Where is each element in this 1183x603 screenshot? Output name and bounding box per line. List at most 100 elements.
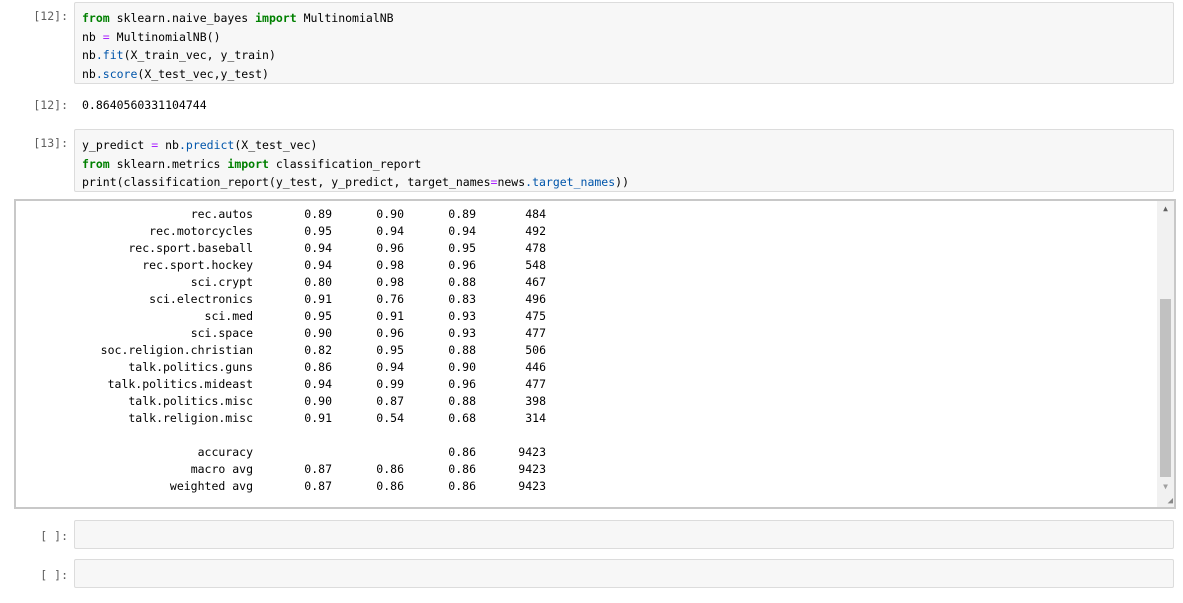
support-value: 9423 (518, 479, 546, 493)
f1-score-value: 0.86 (448, 462, 476, 476)
f1-score-value: 0.88 (448, 275, 476, 289)
empty-cell-2-prompt: [ ]: (40, 568, 68, 582)
code-token: .score (95, 66, 138, 81)
support-value: 398 (525, 394, 546, 408)
report-label: soc.religion.christian (100, 343, 253, 357)
precision-value: 0.87 (304, 479, 332, 493)
support-value: 446 (525, 360, 546, 374)
cell-12-code[interactable]: from sklearn.naive_bayes import Multinom… (75, 3, 1173, 83)
cell-13-code[interactable]: y_predict = nb.predict(X_test_vec) from s… (75, 130, 1173, 192)
code-token: print(classification_report(y_test, y_pr… (82, 175, 491, 189)
code-line: from sklearn.naive_bayes import Multinom… (82, 9, 1173, 28)
report-label: talk.religion.misc (128, 411, 253, 425)
code-token: nb (158, 138, 179, 152)
cell-13-input-prompt: [13]: (33, 136, 68, 150)
recall-value: 0.90 (376, 207, 404, 221)
support-value: 314 (525, 411, 546, 425)
output-scrollbar[interactable]: ▲ ▼ (1157, 201, 1174, 507)
cell-12-output-value: 0.8640560331104744 (82, 98, 207, 112)
precision-value: 0.89 (304, 207, 332, 221)
code-token: .fit (95, 48, 124, 62)
code-token: .predict (178, 138, 235, 152)
code-token: sklearn.naive_bayes (109, 11, 256, 25)
f1-score-value: 0.94 (448, 224, 476, 238)
report-label: macro avg (190, 462, 253, 476)
recall-value: 0.96 (376, 241, 404, 255)
code-token: )) (615, 175, 630, 189)
f1-score-value: 0.96 (448, 377, 476, 391)
support-value: 478 (525, 241, 546, 255)
support-value: 477 (525, 326, 546, 340)
f1-score-value: 0.89 (448, 207, 476, 221)
code-line: nb.score(X_test_vec,y_test) (82, 65, 1173, 84)
f1-score-value: 0.96 (448, 258, 476, 272)
f1-score-value: 0.68 (448, 411, 476, 425)
precision-value: 0.95 (304, 224, 332, 238)
report-label: talk.politics.guns (128, 360, 253, 374)
code-token: MultinomialNB() (109, 29, 221, 44)
code-token: import (255, 11, 297, 25)
triangle-up-icon[interactable]: ▲ (1157, 203, 1174, 215)
precision-value: 0.90 (304, 326, 332, 340)
cell-13-code-editor[interactable]: y_predict = nb.predict(X_test_vec) from s… (74, 129, 1174, 192)
precision-value: 0.91 (304, 411, 332, 425)
code-line: print(classification_report(y_test, y_pr… (82, 173, 1173, 192)
code-token: nb (82, 48, 96, 62)
code-token: classification_report (268, 156, 422, 171)
f1-score-value: 0.80 (420, 201, 476, 206)
code-line: nb = MultinomialNB() (82, 28, 1173, 47)
report-label: accuracy (197, 445, 253, 459)
cell-12-output-prompt: [12]: (33, 98, 68, 112)
code-token: (X_train_vec, y_train) (123, 48, 276, 62)
precision-value: 0.92 (276, 201, 332, 206)
precision-value: 0.94 (304, 258, 332, 272)
precision-value: 0.86 (304, 360, 332, 374)
code-token: sklearn.metrics (109, 156, 228, 171)
precision-value: 0.82 (304, 343, 332, 357)
code-token: news (497, 175, 526, 189)
scrollbar-thumb[interactable] (1160, 299, 1171, 477)
report-label: misc.forsale (16, 201, 253, 206)
support-value: 475 (525, 309, 546, 323)
empty-cell-1-prompt: [ ]: (40, 529, 68, 543)
precision-value: 0.91 (304, 292, 332, 306)
cell-12-code-editor[interactable]: from sklearn.naive_bayes import Multinom… (74, 2, 1174, 84)
triangle-down-icon[interactable]: ▼ (1157, 481, 1174, 493)
empty-cell-2-editor[interactable] (74, 559, 1174, 588)
recall-value: 0.94 (376, 360, 404, 374)
support-value: 492 (525, 224, 546, 238)
support-value: 467 (525, 275, 546, 289)
recall-value: 0.54 (376, 411, 404, 425)
report-label: sci.crypt (190, 275, 253, 289)
precision-value: 0.95 (304, 309, 332, 323)
report-label: rec.motorcycles (149, 224, 253, 238)
code-token: from (82, 11, 110, 25)
report-label: rec.sport.hockey (142, 258, 253, 272)
resize-grip-icon[interactable]: ◢ (1168, 496, 1173, 506)
report-label: sci.electronics (149, 292, 253, 306)
report-label: weighted avg (169, 479, 253, 493)
precision-value: 0.87 (304, 462, 332, 476)
code-token: import (227, 156, 269, 171)
empty-cell-1-editor[interactable] (74, 520, 1174, 549)
recall-value: 0.94 (376, 224, 404, 238)
recall-value: 0.91 (376, 309, 404, 323)
f1-score-value: 0.88 (448, 343, 476, 357)
code-line: nb.fit(X_train_vec, y_train) (82, 46, 1173, 65)
code-token: nb (82, 66, 96, 81)
precision-value: 0.80 (304, 275, 332, 289)
precision-value: 0.90 (304, 394, 332, 408)
f1-score-value: 0.90 (448, 360, 476, 374)
code-token: from (82, 156, 110, 171)
recall-value: 0.86 (376, 479, 404, 493)
code-line: from sklearn.metrics import classificati… (82, 155, 1173, 174)
code-token: MultinomialNB (296, 11, 394, 25)
precision-value: 0.94 (304, 377, 332, 391)
recall-value: 0.86 (376, 462, 404, 476)
recall-value: 0.99 (376, 377, 404, 391)
code-token: (X_test_vec) (234, 138, 318, 152)
recall-value: 0.98 (376, 258, 404, 272)
f1-score-value: 0.93 (448, 309, 476, 323)
cell-13-scrolled-output[interactable]: misc.forsale 0.92 0.71 0.80 499 rec.autos 0.89… (14, 199, 1176, 509)
code-token: (X_test_vec,y_test) (137, 66, 269, 81)
